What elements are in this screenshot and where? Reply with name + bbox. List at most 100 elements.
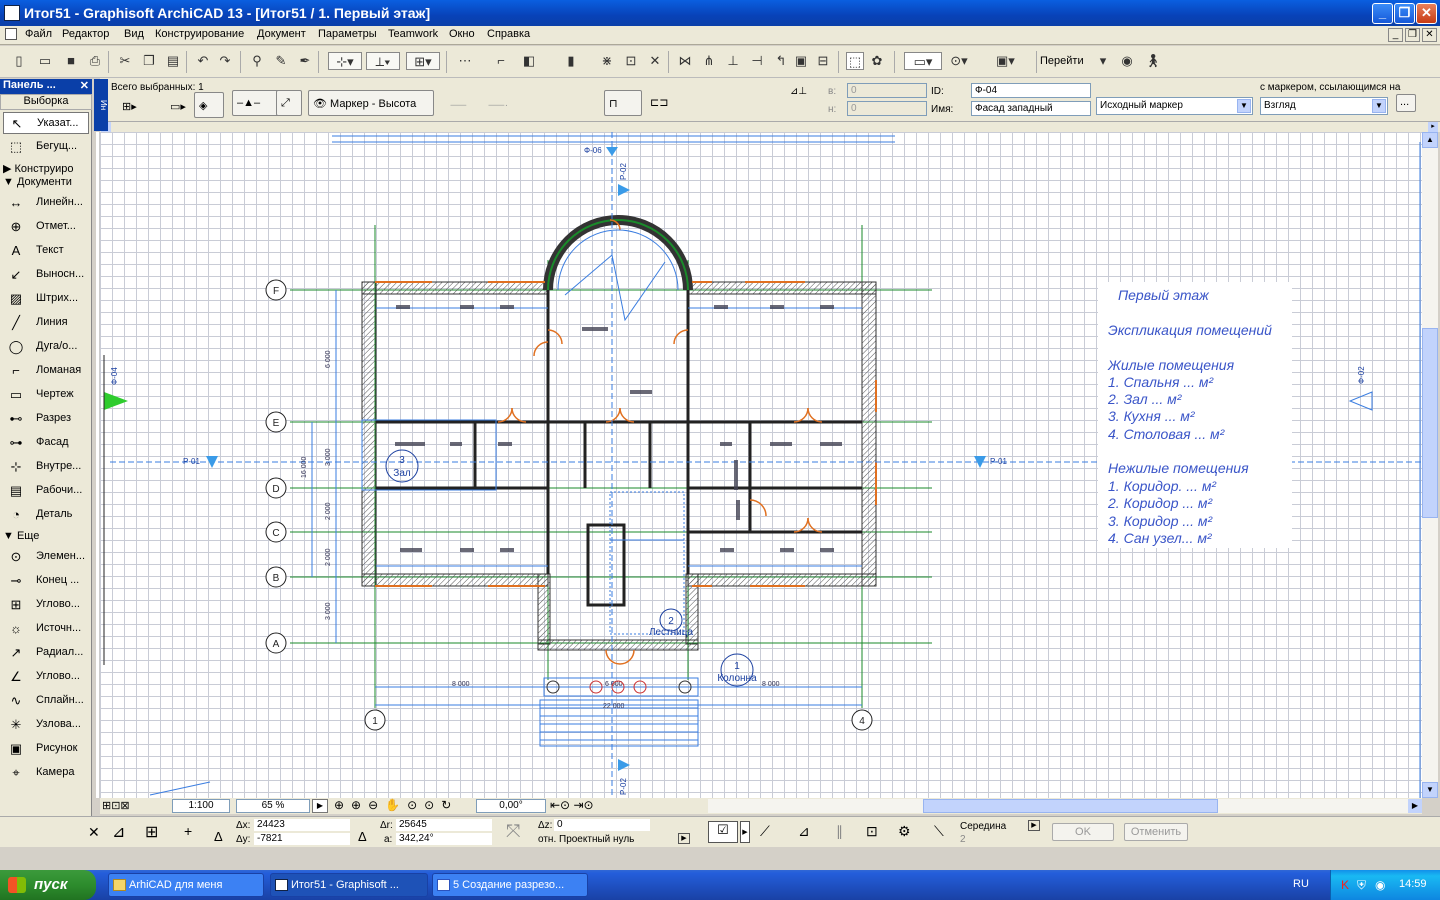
redo-icon[interactable]: ↷: [216, 52, 234, 70]
zoom-tools-icon[interactable]: ⊕⊕⊖✋⊙⊙↻: [334, 798, 458, 812]
menu-edit[interactable]: Редактор: [62, 28, 109, 40]
close-x-icon[interactable]: ✕: [88, 824, 100, 841]
undo-icon[interactable]: ↶: [194, 52, 212, 70]
marker-tool-icon[interactable]: ⤢: [276, 90, 302, 116]
midpoint-icon[interactable]: ⟍: [934, 823, 944, 840]
tool-section[interactable]: ⊷ Разрез: [3, 408, 89, 430]
mdi-restore-button[interactable]: ❐: [1405, 28, 1420, 42]
inject-icon[interactable]: ✒: [296, 52, 314, 70]
explode-icon[interactable]: ⋇: [598, 52, 616, 70]
group-icon[interactable]: ⊡: [622, 52, 640, 70]
grid-select-icon[interactable]: ⊞: [145, 822, 158, 842]
line-end-icon[interactable]: ⸺·: [488, 96, 508, 111]
tool-detail[interactable]: ◔ Деталь: [3, 504, 89, 526]
close-button[interactable]: ✕: [1416, 3, 1437, 24]
open-icon[interactable]: ▭: [36, 52, 54, 70]
tool-drawing[interactable]: ▭ Чертеж: [3, 384, 89, 406]
adjust-icon[interactable]: ⋔: [700, 52, 718, 70]
angle-field[interactable]: 342,24°: [396, 833, 492, 845]
floor-plan-canvas[interactable]: F E D C B A 1 4 6 000 3 000 16 000 2 000…: [100, 132, 1422, 798]
marker-height-button[interactable]: 👁︎ Маркер - Высота: [308, 90, 434, 116]
goto-menu[interactable]: Перейти: [1040, 55, 1084, 67]
polygon-tool-icon[interactable]: ⊿: [112, 822, 125, 842]
selection-tab[interactable]: Выборка: [0, 94, 92, 110]
layers-icon[interactable]: ◧: [520, 52, 538, 70]
menu-teamwork[interactable]: Teamwork: [388, 28, 438, 40]
tool-level-dimension[interactable]: ⊕ Отмет...: [3, 216, 89, 238]
snap-mode-icon[interactable]: ☑: [708, 821, 738, 843]
document-icon[interactable]: [5, 28, 17, 40]
dx-field[interactable]: 24423: [254, 819, 350, 831]
tool-line[interactable]: ╱ Линия: [3, 312, 89, 334]
section-shape-icon[interactable]: ⊓: [604, 90, 642, 116]
horizontal-scroll-thumb[interactable]: [923, 799, 1218, 813]
perpendicular-icon[interactable]: ⊿: [798, 823, 810, 840]
menu-document[interactable]: Документ: [257, 28, 306, 40]
panel-group[interactable]: ▶ Конструиро: [3, 162, 74, 175]
ref-select[interactable]: Взгляд ▼: [1260, 97, 1388, 115]
more-button[interactable]: ...: [1396, 94, 1416, 112]
cut-icon[interactable]: ✂: [116, 52, 134, 70]
tool-polyline[interactable]: ⌐ Ломаная: [3, 360, 89, 382]
antivirus-icon[interactable]: K: [1341, 878, 1349, 892]
copy-icon[interactable]: ❐: [140, 52, 158, 70]
task-folder[interactable]: ArhiCAD для меня: [108, 873, 264, 897]
start-button[interactable]: пуск: [0, 870, 96, 900]
save-icon[interactable]: ■: [62, 52, 80, 70]
publish-icon[interactable]: ⊙▾: [950, 52, 968, 70]
scroll-right-arrow-icon[interactable]: ▶: [1408, 799, 1422, 813]
trim-icon[interactable]: ⌐: [492, 52, 510, 70]
name-input[interactable]: Фасад западный: [971, 101, 1091, 116]
snap-arrow-icon[interactable]: ▶: [1028, 820, 1040, 831]
task-word[interactable]: 5 Создание разрезо...: [432, 873, 588, 897]
marker-select[interactable]: Исходный маркер ▼: [1096, 97, 1253, 115]
navigator-icon[interactable]: ◉: [1118, 52, 1136, 70]
delete-icon[interactable]: ✕: [646, 52, 664, 70]
id-input[interactable]: Ф-04: [971, 83, 1091, 98]
zoom-field[interactable]: 65 %: [236, 799, 310, 813]
magic-wand-icon[interactable]: ⚙: [898, 823, 911, 840]
menu-design[interactable]: Конструирование: [155, 28, 244, 40]
tool-light-source[interactable]: ☼ Источн...: [3, 618, 89, 640]
tool-end[interactable]: ⊸ Конец ...: [3, 570, 89, 592]
tool-elevation[interactable]: ⊶ Фасад: [3, 432, 89, 454]
tool-corner[interactable]: ⊞ Углово...: [3, 594, 89, 616]
panel-group[interactable]: ▼ Документи: [3, 176, 72, 188]
tool-linear-dimension[interactable]: ↔ Линейн...: [3, 192, 89, 214]
gravity-icon[interactable]: ⋯: [456, 52, 474, 70]
dr-field[interactable]: 25645: [396, 819, 492, 831]
tool-marquee[interactable]: ⬚ Бегущ...: [3, 136, 89, 158]
scroll-up-icon[interactable]: ▲: [1422, 132, 1438, 148]
tool-arc[interactable]: ◯ Дуга/о...: [3, 336, 89, 358]
tool-camera[interactable]: ⌖ Камера: [3, 762, 89, 784]
plus-icon[interactable]: +: [184, 823, 192, 839]
snap-box-icon[interactable]: ⊡: [866, 823, 878, 840]
selection-settings-icon[interactable]: ⊞▸: [118, 94, 158, 120]
menu-window[interactable]: Окно: [449, 28, 475, 40]
tool-text[interactable]: A Текст: [3, 240, 89, 262]
pick-up-icon[interactable]: ✎: [272, 52, 290, 70]
parallel-icon[interactable]: ∥: [836, 823, 843, 840]
panel-close-icon[interactable]: ✕: [80, 79, 89, 92]
tool-arrow-pointer[interactable]: ↖ Указат...: [3, 112, 89, 134]
tool-radial-dimension[interactable]: ↗ Радиал...: [3, 642, 89, 664]
ok-button[interactable]: OK: [1052, 823, 1114, 841]
dz-field[interactable]: 0: [554, 819, 650, 831]
offset-icon[interactable]: ⊣: [748, 52, 766, 70]
new-icon[interactable]: ▯: [10, 52, 28, 70]
menu-help[interactable]: Справка: [487, 28, 530, 40]
scroll-down-icon[interactable]: ▼: [1422, 782, 1438, 798]
rotation-field[interactable]: 0,00°: [476, 799, 546, 813]
tool-spline[interactable]: ∿ Сплайн...: [3, 690, 89, 712]
snap-mode-arrow-icon[interactable]: ▶: [740, 821, 750, 843]
intersect-icon[interactable]: ⊥: [724, 52, 742, 70]
reference-arrow-icon[interactable]: ▶: [678, 833, 690, 844]
mdi-close-button[interactable]: ✕: [1422, 28, 1437, 42]
solid-ops-icon[interactable]: ▣: [792, 52, 810, 70]
mdi-minimize-button[interactable]: _: [1388, 28, 1403, 42]
layer-icon[interactable]: ◈: [194, 92, 224, 118]
network-icon[interactable]: ◉: [1375, 878, 1385, 892]
snap-icon[interactable]: ⟂▾: [366, 52, 400, 70]
layer-combo-icon[interactable]: ⊞⊡⊠: [102, 799, 130, 812]
line-style-icon[interactable]: ⸺: [450, 96, 467, 111]
